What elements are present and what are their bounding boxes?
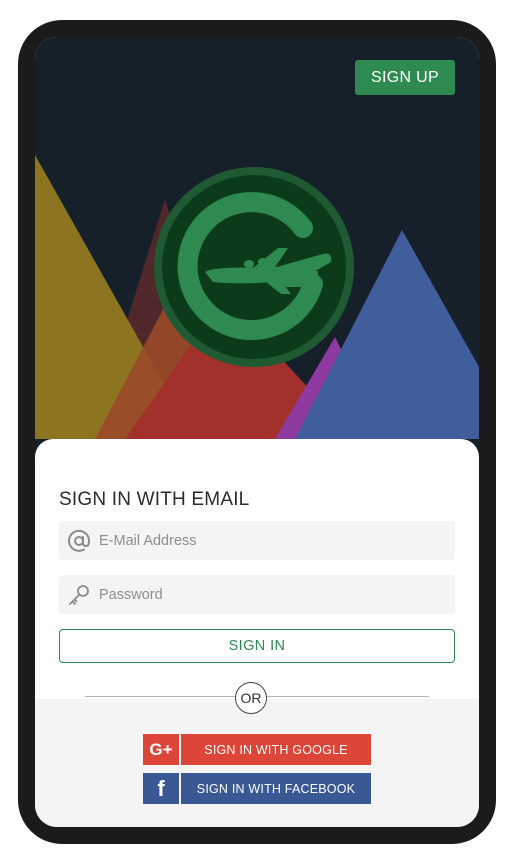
sign-up-button[interactable]: SIGN UP	[355, 60, 455, 95]
sign-in-button[interactable]: SIGN IN	[59, 629, 455, 663]
google-sign-in-label: SIGN IN WITH GOOGLE	[181, 734, 371, 765]
password-field[interactable]	[59, 575, 455, 614]
key-icon	[69, 585, 89, 605]
facebook-sign-in-button[interactable]: f SIGN IN WITH FACEBOOK	[143, 773, 371, 804]
facebook-icon: f	[143, 773, 179, 804]
sign-in-card: SIGN IN WITH EMAIL SIGN IN	[35, 439, 479, 699]
facebook-sign-in-label: SIGN IN WITH FACEBOOK	[181, 773, 371, 804]
sign-in-title: SIGN IN WITH EMAIL	[59, 489, 250, 510]
google-sign-in-button[interactable]: G+ SIGN IN WITH GOOGLE	[143, 734, 371, 765]
email-input[interactable]	[99, 521, 439, 560]
google-plus-icon: G+	[143, 734, 179, 765]
email-field[interactable]	[59, 521, 455, 560]
airplane-logo-icon	[154, 167, 354, 367]
hero-banner: SIGN UP	[35, 37, 479, 467]
app-screen: SIGN UP SIGN IN WITH EMAIL SIGN IN OR G+…	[35, 37, 479, 827]
password-input[interactable]	[99, 575, 439, 614]
or-badge: OR	[235, 682, 267, 714]
at-icon	[68, 529, 91, 552]
